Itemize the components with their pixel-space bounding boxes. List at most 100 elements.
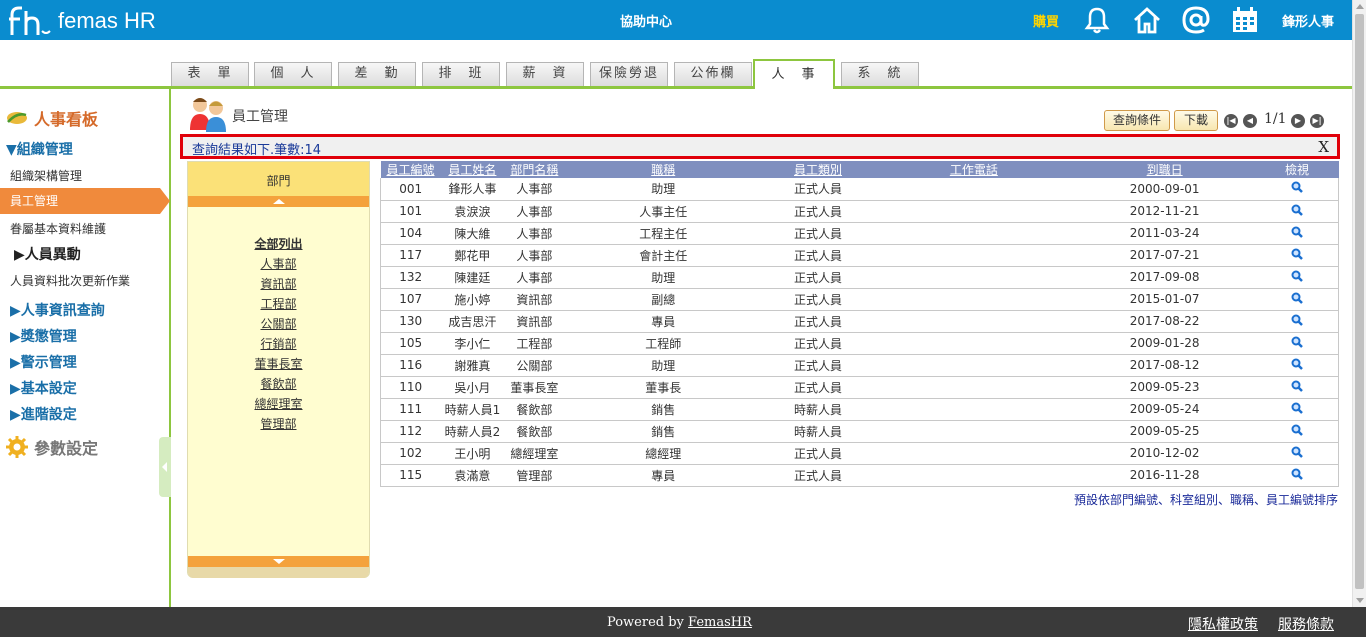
magnifier-icon[interactable] (1291, 226, 1303, 238)
sidebar-item-dependents[interactable]: 眷屬基本資料維護 (10, 220, 106, 237)
table-row[interactable]: 104 陳大維 人事部 工程主任 正式人員 2011-03-24 (380, 222, 1339, 245)
magnifier-icon[interactable] (1291, 181, 1303, 194)
powered-by: Powered by FemasHR (607, 615, 752, 630)
query-conditions-button[interactable]: 查詢條件 (1104, 110, 1170, 131)
table-row[interactable]: 110 吳小月 董事長室 董事長 正式人員 2009-05-23 (380, 376, 1339, 399)
magnifier-icon[interactable] (1291, 446, 1303, 458)
col-hire-date[interactable]: 到職日 (1073, 161, 1256, 178)
sidebar-item-org-chart[interactable]: 組織架構管理 (10, 167, 82, 184)
sidebar-section-advanced-settings[interactable]: ▶進階設定 (10, 404, 77, 424)
dept-scroll-down[interactable] (188, 556, 369, 567)
sidebar-collapse-handle[interactable] (159, 437, 171, 497)
sidebar-params-label: 參數設定 (34, 439, 99, 458)
chevron-down-icon (273, 559, 285, 564)
dept-item[interactable]: 管理部 (188, 414, 369, 434)
dept-item[interactable]: 工程部 (188, 294, 369, 314)
table-row[interactable]: 112 時薪人員2 餐飲部 銷售 時薪人員 2009-05-25 (380, 420, 1339, 443)
sidebar-section-org[interactable]: ▼組織管理 (6, 139, 73, 159)
magnifier-icon[interactable] (1291, 270, 1303, 282)
table-row[interactable]: 102 王小明 總經理室 總經理 正式人員 2010-12-02 (380, 442, 1339, 465)
magnifier-icon[interactable] (1291, 358, 1303, 370)
cell-title: 董事長 (564, 376, 763, 399)
tab-bulletin[interactable]: 公佈欄 (674, 62, 752, 86)
table-row[interactable]: 116 謝雅真 公關部 助理 正式人員 2017-08-12 (380, 354, 1339, 377)
table-row[interactable]: 115 袁滿意 管理部 專員 正式人員 2016-11-28 (380, 464, 1339, 487)
dept-scroll-up[interactable] (188, 196, 369, 207)
dept-item[interactable]: 董事長室 (188, 354, 369, 374)
logo-text: femas HR (58, 8, 156, 33)
scroll-thumb[interactable] (1355, 14, 1364, 589)
last-page-icon[interactable]: ▶| (1310, 114, 1324, 128)
close-result-button[interactable]: X (1318, 138, 1329, 156)
dept-item[interactable]: 行銷部 (188, 334, 369, 354)
sidebar-item-batch-update[interactable]: 人員資料批次更新作業 (10, 272, 130, 289)
sidebar-params[interactable]: 參數設定 (6, 435, 98, 459)
privacy-policy-link[interactable]: 隱私權政策 (1188, 614, 1258, 634)
table-row[interactable]: 001 鋒形人事 人事部 助理 正式人員 2000-09-01 (380, 178, 1339, 201)
sidebar-section-alerts[interactable]: ▶警示管理 (10, 352, 77, 372)
scroll-up-icon[interactable] (1356, 4, 1364, 9)
download-button[interactable]: 下載 (1174, 110, 1218, 131)
logo[interactable]: femas HR (8, 4, 156, 38)
magnifier-icon[interactable] (1291, 424, 1303, 436)
department-panel: 部門 全部列出 人事部 資訊部 工程部 公關部 行銷部 董事長室 餐飲部 總經理… (187, 161, 370, 578)
table-row[interactable]: 105 李小仁 工程部 工程師 正式人員 2009-01-28 (380, 332, 1339, 355)
magnifier-icon[interactable] (1291, 380, 1303, 392)
table-row[interactable]: 132 陳建廷 人事部 助理 正式人員 2017-09-08 (380, 266, 1339, 289)
table-row[interactable]: 117 鄭花甲 人事部 會計主任 正式人員 2017-07-21 (380, 244, 1339, 267)
magnifier-icon[interactable] (1291, 292, 1303, 304)
help-center-link[interactable]: 協助中心 (620, 11, 672, 30)
dept-item[interactable]: 資訊部 (188, 274, 369, 294)
tab-attendance[interactable]: 差 勤 (338, 62, 416, 86)
bell-icon[interactable] (1082, 5, 1112, 35)
col-employee-id[interactable]: 員工編號 (380, 161, 441, 178)
magnifier-icon[interactable] (1291, 204, 1303, 216)
tab-personal[interactable]: 個 人 (254, 62, 332, 86)
dept-item[interactable]: 餐飲部 (188, 374, 369, 394)
cell-view (1255, 310, 1339, 333)
dept-item[interactable]: 公關部 (188, 314, 369, 334)
table-row[interactable]: 130 成吉思汗 資訊部 專員 正式人員 2017-08-22 (380, 310, 1339, 333)
table-row[interactable]: 101 袁淚淚 人事部 人事主任 正式人員 2012-11-21 (380, 200, 1339, 223)
user-name[interactable]: 鋒形人事 (1282, 11, 1334, 30)
table-row[interactable]: 111 時薪人員1 餐飲部 銷售 時薪人員 2009-05-24 (380, 398, 1339, 421)
at-icon[interactable] (1181, 5, 1211, 35)
terms-of-service-link[interactable]: 服務條款 (1278, 614, 1334, 634)
home-icon[interactable] (1132, 5, 1162, 35)
buy-link[interactable]: 購買 (1033, 11, 1059, 30)
table-row[interactable]: 107 施小婷 資訊部 副總 正式人員 2015-01-07 (380, 288, 1339, 311)
tab-insurance[interactable]: 保險勞退 (590, 62, 668, 86)
tab-payroll[interactable]: 薪 資 (506, 62, 584, 86)
tab-forms[interactable]: 表 單 (171, 62, 249, 86)
magnifier-icon[interactable] (1291, 336, 1303, 348)
vertical-scrollbar[interactable] (1352, 0, 1366, 607)
calendar-icon[interactable] (1230, 5, 1260, 35)
col-employee-type[interactable]: 員工類別 (762, 161, 874, 178)
col-title[interactable]: 職稱 (564, 161, 763, 178)
next-page-icon[interactable]: ▶ (1291, 114, 1305, 128)
sidebar-title[interactable]: 人事看板 (6, 106, 98, 130)
magnifier-icon[interactable] (1291, 402, 1303, 414)
magnifier-icon[interactable] (1291, 468, 1303, 480)
dept-item[interactable]: 人事部 (188, 254, 369, 274)
magnifier-icon[interactable] (1291, 314, 1303, 326)
scroll-down-icon[interactable] (1356, 598, 1364, 603)
femashr-link[interactable]: FemasHR (688, 615, 752, 630)
prev-page-icon[interactable]: ◀ (1243, 114, 1257, 128)
sidebar-item-employee-management[interactable]: 員工管理 (0, 188, 170, 214)
dept-item-all[interactable]: 全部列出 (188, 234, 369, 254)
sidebar-section-hr-query[interactable]: ▶人事資訊查詢 (10, 300, 105, 320)
dept-item[interactable]: 總經理室 (188, 394, 369, 414)
tab-system[interactable]: 系 統 (841, 62, 919, 86)
sidebar-section-personnel-change[interactable]: ▶人員異動 (14, 244, 81, 264)
tab-scheduling[interactable]: 排 班 (422, 62, 500, 86)
sidebar-section-basic-settings[interactable]: ▶基本設定 (10, 378, 77, 398)
cell-hire-date: 2017-08-12 (1073, 354, 1256, 377)
sidebar-section-rewards[interactable]: ▶獎懲管理 (10, 326, 77, 346)
tab-hr[interactable]: 人 事 (753, 59, 835, 89)
first-page-icon[interactable]: |◀ (1224, 114, 1238, 128)
col-work-phone[interactable]: 工作電話 (873, 161, 1074, 178)
col-employee-name[interactable]: 員工姓名 (440, 161, 505, 178)
col-department[interactable]: 部門名稱 (504, 161, 565, 178)
magnifier-icon[interactable] (1291, 248, 1303, 260)
